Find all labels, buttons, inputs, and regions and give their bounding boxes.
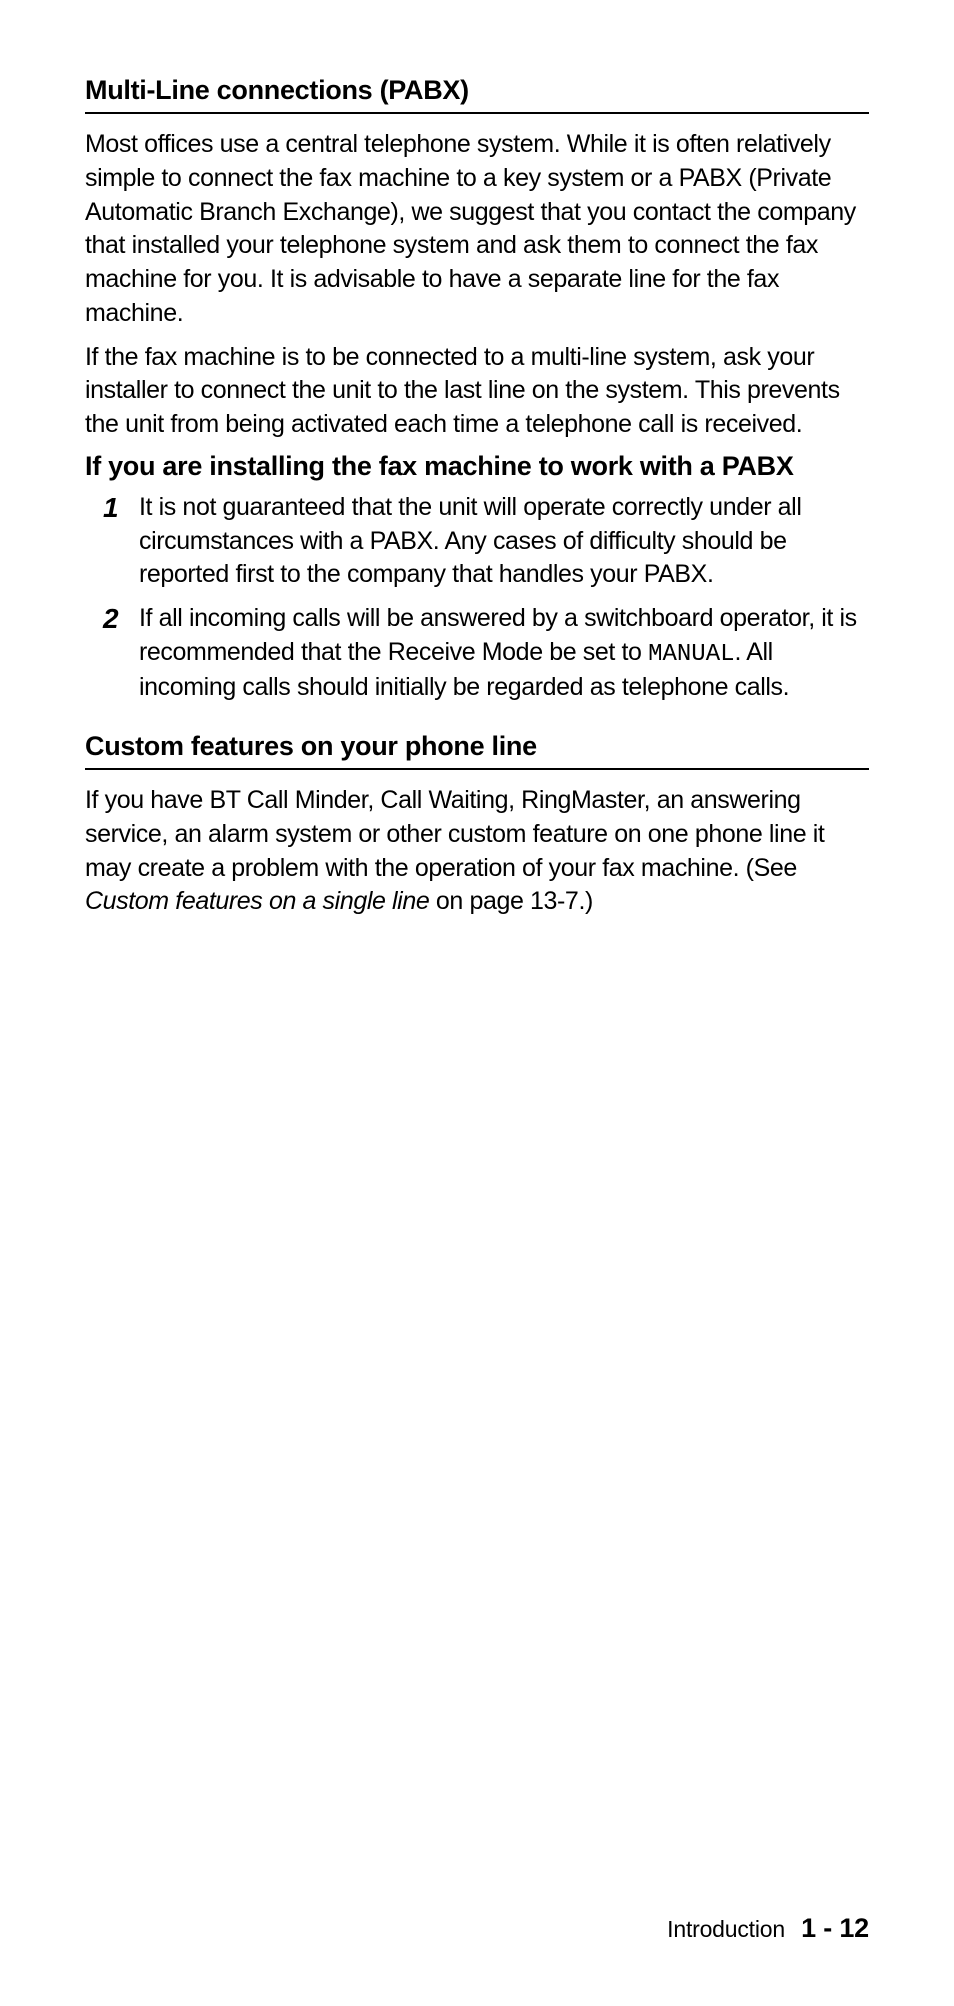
section-heading-custom-features: Custom features on your phone line [85,731,869,770]
body-paragraph: If you have BT Call Minder, Call Waiting… [85,784,869,919]
numbered-list-item: 2 If all incoming calls will be answered… [85,602,869,705]
list-item-text: If all incoming calls will be answered b… [139,602,869,705]
subsection-heading-install-pabx: If you are installing the fax machine to… [85,452,869,481]
list-number: 2 [85,602,139,636]
section-heading-pabx: Multi-Line connections (PABX) [85,75,869,114]
footer-page-number: 1 - 12 [801,1913,869,1943]
list-number: 1 [85,491,139,525]
body-paragraph: If the fax machine is to be connected to… [85,341,869,442]
list-item-text: It is not guaranteed that the unit will … [139,491,869,592]
body-paragraph: Most offices use a central telephone sys… [85,128,869,331]
cross-reference: Custom features on a single line [85,887,429,915]
footer-section-name: Introduction [667,1916,785,1942]
page-footer: Introduction 1 - 12 [667,1913,869,1944]
numbered-list-item: 1 It is not guaranteed that the unit wil… [85,491,869,592]
paragraph-text-post: on page 13-7.) [429,887,593,915]
paragraph-text-pre: If you have BT Call Minder, Call Waiting… [85,786,824,882]
manual-mode-literal: MANUAL [648,641,734,668]
